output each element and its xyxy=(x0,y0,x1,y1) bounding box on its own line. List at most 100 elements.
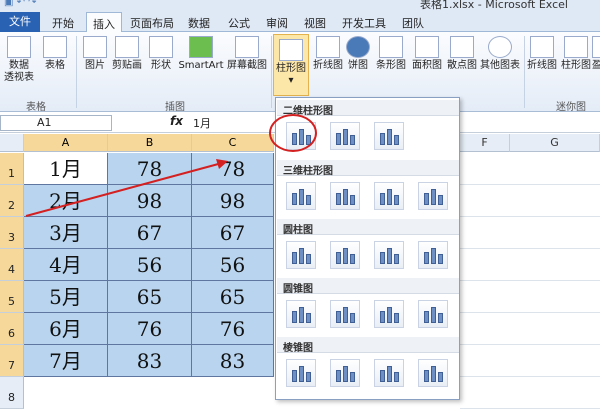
chart-subtype-icon[interactable] xyxy=(286,241,316,269)
chart-subtype-icon[interactable] xyxy=(286,300,316,328)
table-cell[interactable]: 76 xyxy=(108,313,192,345)
row-header[interactable]: 5 xyxy=(0,281,24,313)
table-cell[interactable]: 76 xyxy=(192,313,274,345)
grid-line xyxy=(460,376,600,377)
select-all-corner[interactable] xyxy=(0,134,24,152)
tab-developer[interactable]: 开发工具 xyxy=(342,15,386,31)
chart-subtype-icon[interactable] xyxy=(286,359,316,387)
column-chart-button[interactable]: 柱形图 ▾ xyxy=(273,34,309,96)
tab-view[interactable]: 视图 xyxy=(304,15,326,31)
table-cell[interactable]: 65 xyxy=(192,281,274,313)
grid-line xyxy=(460,312,600,313)
row-header[interactable]: 2 xyxy=(0,185,24,217)
smartart-button[interactable]: SmartArt xyxy=(178,36,224,72)
picture-button[interactable]: 图片 xyxy=(80,36,110,72)
column-header-f[interactable]: F xyxy=(460,134,510,152)
table-cell[interactable]: 67 xyxy=(192,217,274,249)
line-chart-button[interactable]: 折线图 xyxy=(311,36,345,72)
picture-icon xyxy=(83,36,107,58)
table-cell[interactable]: 4月 xyxy=(24,249,108,281)
chart-subtype-icon[interactable] xyxy=(286,182,316,210)
chart-section-header: 三维柱形图 xyxy=(277,160,459,177)
bar-chart-button[interactable]: 条形图 xyxy=(374,36,408,72)
table-cell[interactable]: 78 xyxy=(108,153,192,185)
tab-insert[interactable]: 插入 xyxy=(86,12,122,33)
screenshot-button[interactable]: 屏幕截图 xyxy=(226,36,268,72)
chart-subtype-icon[interactable] xyxy=(374,359,404,387)
row-header[interactable]: 8 xyxy=(0,377,24,409)
line-chart-icon xyxy=(316,36,340,58)
chart-section-header: 棱锥图 xyxy=(277,337,459,354)
chart-subtype-icon[interactable] xyxy=(374,241,404,269)
table-cell[interactable]: 56 xyxy=(192,249,274,281)
table-cell[interactable]: 2月 xyxy=(24,185,108,217)
chart-subtype-icon[interactable] xyxy=(418,300,448,328)
group-label-sparklines: 迷你图 xyxy=(556,102,586,113)
sparkline-winloss-icon xyxy=(592,36,600,58)
row-header[interactable]: 6 xyxy=(0,313,24,345)
chart-subtype-icon[interactable] xyxy=(418,241,448,269)
table-cell[interactable]: 7月 xyxy=(24,345,108,377)
area-chart-button[interactable]: 面积图 xyxy=(410,36,444,72)
sparkline-line-button[interactable]: 折线图 xyxy=(526,36,558,72)
column-chart-icon xyxy=(279,39,303,61)
table-cell[interactable]: 6月 xyxy=(24,313,108,345)
table-cell[interactable]: 98 xyxy=(108,185,192,217)
tab-page-layout[interactable]: 页面布局 xyxy=(130,15,174,31)
pie-chart-button[interactable]: 饼图 xyxy=(346,36,370,72)
row-header[interactable]: 7 xyxy=(0,345,24,377)
chart-subtype-icon[interactable] xyxy=(330,300,360,328)
quick-access-icons[interactable]: ▣ ↶ ↷ xyxy=(4,0,37,8)
table-cell[interactable]: 78 xyxy=(192,153,274,185)
table-cell[interactable]: 98 xyxy=(192,185,274,217)
row-header[interactable]: 3 xyxy=(0,217,24,249)
sparkline-winloss-button[interactable]: 盈亏 xyxy=(592,36,600,72)
shapes-button[interactable]: 形状 xyxy=(146,36,176,72)
tab-home[interactable]: 开始 xyxy=(52,15,74,31)
chart-subtype-icon[interactable] xyxy=(330,359,360,387)
chart-subtype-icon[interactable] xyxy=(330,241,360,269)
table-cell[interactable]: 1月 xyxy=(24,153,108,185)
chart-subtype-icon[interactable] xyxy=(374,182,404,210)
other-charts-button[interactable]: 其他图表 xyxy=(478,36,522,72)
row-header[interactable]: 1 xyxy=(0,153,24,185)
table-cell[interactable]: 83 xyxy=(192,345,274,377)
tab-formulas[interactable]: 公式 xyxy=(228,15,250,31)
table-icon xyxy=(43,36,67,58)
fx-icon[interactable]: fx xyxy=(170,114,183,128)
clipart-button[interactable]: 剪贴画 xyxy=(110,36,144,72)
column-header-a[interactable]: A xyxy=(24,134,108,152)
chart-subtype-icon[interactable] xyxy=(330,182,360,210)
chart-section-header: 二维柱形图 xyxy=(277,100,459,117)
sparkline-column-button[interactable]: 柱形图 xyxy=(560,36,592,72)
chart-subtype-icon[interactable] xyxy=(374,300,404,328)
ribbon-tabs: 文件 开始 插入 页面布局 数据 公式 审阅 视图 开发工具 团队 xyxy=(0,12,600,33)
table-button[interactable]: 表格 xyxy=(40,36,70,72)
table-cell[interactable]: 5月 xyxy=(24,281,108,313)
chart-subtype-icon[interactable] xyxy=(418,359,448,387)
grid-line xyxy=(460,184,600,185)
pivot-table-button[interactable]: 数据 透视表 xyxy=(4,36,34,84)
chart-subtype-icon[interactable] xyxy=(418,182,448,210)
chart-subtype-icon[interactable] xyxy=(374,122,404,150)
table-cell[interactable]: 56 xyxy=(108,249,192,281)
shapes-icon xyxy=(149,36,173,58)
chart-subtype-icon[interactable] xyxy=(330,122,360,150)
name-box[interactable]: A1 xyxy=(0,115,112,131)
column-header-b[interactable]: B xyxy=(108,134,192,152)
tab-data[interactable]: 数据 xyxy=(188,15,210,31)
table-cell[interactable]: 67 xyxy=(108,217,192,249)
scatter-chart-icon xyxy=(450,36,474,58)
formula-input[interactable]: 1月 xyxy=(193,115,211,131)
scatter-chart-button[interactable]: 散点图 xyxy=(445,36,479,72)
tab-file[interactable]: 文件 xyxy=(0,12,40,32)
column-header-g[interactable]: G xyxy=(510,134,600,152)
table-cell[interactable]: 65 xyxy=(108,281,192,313)
chevron-down-icon: ▾ xyxy=(288,75,294,86)
tab-team[interactable]: 团队 xyxy=(402,15,424,31)
table-cell[interactable]: 83 xyxy=(108,345,192,377)
row-header[interactable]: 4 xyxy=(0,249,24,281)
tab-review[interactable]: 审阅 xyxy=(266,15,288,31)
column-header-c[interactable]: C xyxy=(192,134,274,152)
table-cell[interactable]: 3月 xyxy=(24,217,108,249)
